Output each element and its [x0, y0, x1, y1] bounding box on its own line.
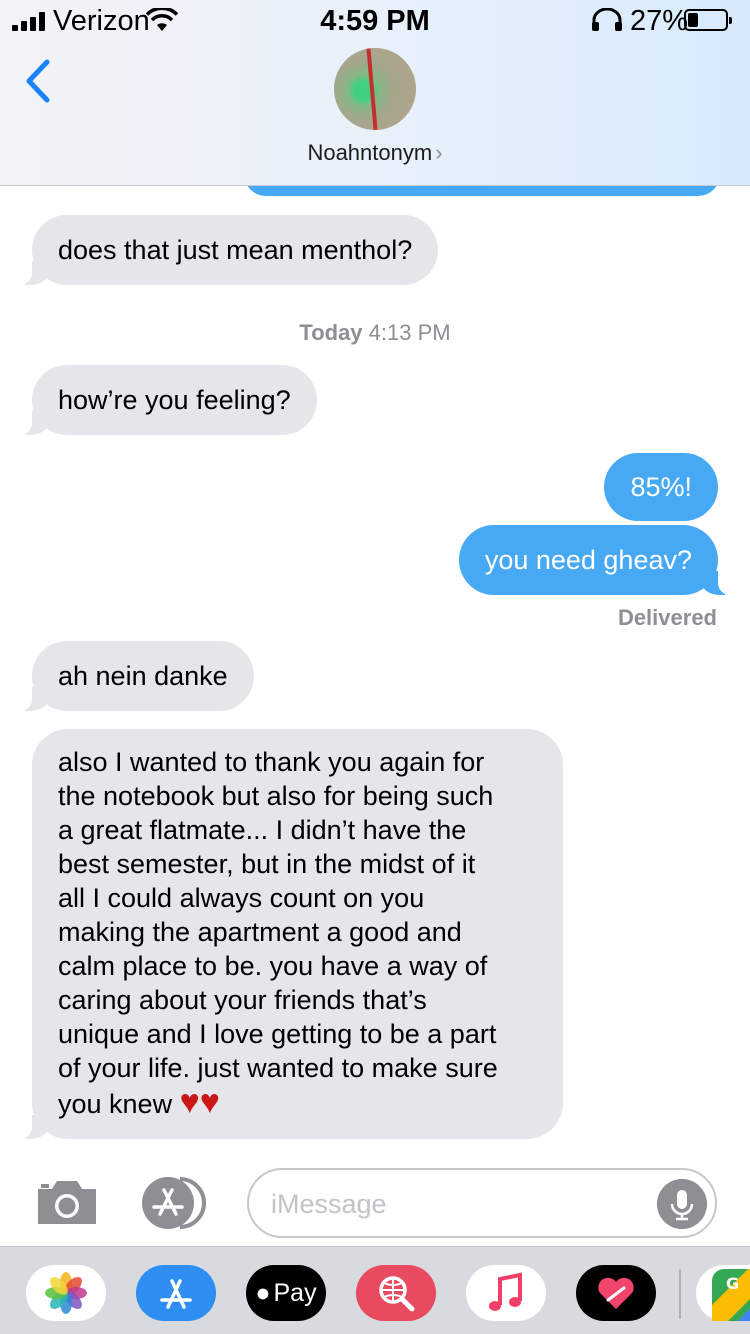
delivered-status: Delivered	[617, 605, 717, 630]
web-search-icon	[379, 1276, 415, 1312]
app-drawer: ● Pay G	[0, 1246, 750, 1334]
message-text: ah nein danke	[58, 661, 228, 691]
app-photos[interactable]	[26, 1265, 106, 1321]
contact-name: Noahntonym	[307, 140, 433, 165]
google-maps-icon: G	[712, 1269, 750, 1321]
battery-icon	[684, 9, 732, 31]
imessage-input[interactable]	[271, 1184, 651, 1224]
music-icon	[489, 1272, 522, 1311]
timestamp: Today 4:13 PM	[0, 320, 750, 346]
message-text: 85%!	[630, 472, 692, 502]
app-google-maps[interactable]: G	[696, 1265, 750, 1321]
incoming-message[interactable]: does that just mean menthol?	[5, 215, 439, 285]
apple-pay-label: Pay	[273, 1278, 317, 1307]
outgoing-message[interactable]: 85%!	[604, 453, 718, 521]
drawer-divider	[679, 1269, 681, 1319]
camera-icon[interactable]	[34, 1178, 100, 1226]
chevron-left-icon[interactable]	[22, 58, 52, 104]
apple-pay-icon: ●	[255, 1278, 271, 1307]
imessage-input-field[interactable]	[247, 1168, 717, 1238]
heart-emoji: ♥♥	[179, 1083, 220, 1121]
digital-touch-icon	[598, 1277, 634, 1309]
message-text: also I wanted to thank you again for the…	[58, 747, 498, 1119]
app-digital-touch[interactable]	[576, 1265, 656, 1321]
conversation-header: Verizon 4:59 PM 27% Noahntonym ›	[0, 0, 750, 186]
microphone-icon[interactable]	[657, 1179, 707, 1229]
app-apple-pay[interactable]: ● Pay	[246, 1265, 326, 1321]
timestamp-time: 4:13 PM	[368, 320, 451, 345]
app-store-icon	[160, 1279, 192, 1309]
headphones-icon	[592, 8, 622, 31]
status-bar: Verizon 4:59 PM 27%	[0, 0, 750, 40]
contact-name-button[interactable]: Noahntonym ›	[0, 140, 750, 166]
previous-outgoing-bubble	[244, 186, 720, 196]
incoming-message[interactable]: ah nein danke	[6, 641, 254, 711]
battery-percent: 27%	[630, 5, 689, 37]
timestamp-day: Today	[299, 320, 363, 345]
app-music[interactable]	[466, 1265, 546, 1321]
message-text: does that just mean menthol?	[58, 235, 413, 265]
incoming-message[interactable]: how’re you feeling?	[6, 365, 317, 435]
message-list[interactable]: does that just mean menthol? Today 4:13 …	[0, 186, 750, 1148]
contact-avatar[interactable]	[334, 48, 416, 130]
app-store[interactable]	[136, 1265, 216, 1321]
message-text: you need gheav?	[484, 545, 692, 575]
chevron-right-icon: ›	[435, 140, 443, 165]
photos-icon	[45, 1272, 87, 1314]
app-web-search[interactable]	[356, 1265, 436, 1321]
app-store-icon[interactable]	[140, 1175, 214, 1231]
message-text: how’re you feeling?	[58, 385, 291, 415]
svg-text:G: G	[726, 1274, 739, 1293]
outgoing-message[interactable]: you need gheav?	[458, 525, 745, 595]
incoming-message[interactable]: also I wanted to thank you again for the…	[6, 729, 563, 1139]
